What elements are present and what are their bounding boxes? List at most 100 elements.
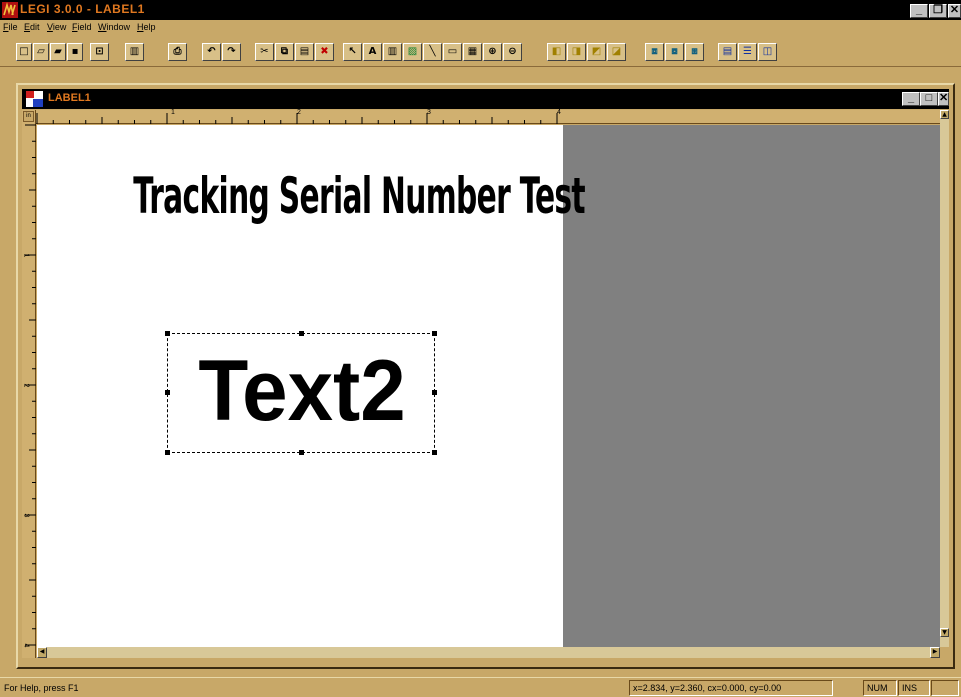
menu-bar: File Edit View Field Window Help <box>0 20 961 36</box>
grid-tool-button[interactable]: ▦ <box>463 43 482 61</box>
design-canvas[interactable]: Tracking Serial Number Test Text2 <box>37 125 940 647</box>
resize-handle-bottom[interactable] <box>299 450 304 455</box>
order-icon: ▤ <box>722 46 733 57</box>
horizontal-scrollbar[interactable]: ◀ ▶ <box>37 647 940 658</box>
align-left-button[interactable]: ◧ <box>547 43 566 61</box>
group-button[interactable]: ⧆ <box>685 43 704 61</box>
resize-handle-top-left[interactable] <box>165 331 170 336</box>
save-button[interactable]: ▪ <box>67 43 83 61</box>
scroll-down-icon[interactable]: ▼ <box>940 628 949 637</box>
undo-button[interactable]: ↶ <box>202 43 221 61</box>
label-page[interactable]: Tracking Serial Number Test Text2 <box>37 125 586 647</box>
space-vertical-icon: ☰ <box>743 46 752 57</box>
toolbar-group-database: ▥ <box>125 43 145 65</box>
open-button[interactable]: ▱ <box>33 43 49 61</box>
document-close-button[interactable]: ✕ <box>938 92 949 106</box>
line-tool-button[interactable]: ╲ <box>423 43 442 61</box>
document-title-bar[interactable]: LABEL1 _ □ ✕ <box>22 89 949 109</box>
toolbar-group-undo: ↶ ↷ <box>202 43 242 65</box>
menu-field[interactable]: Field <box>72 22 92 32</box>
document-title: LABEL1 <box>48 92 91 104</box>
barcode-tool-button[interactable]: ▥ <box>383 43 402 61</box>
pointer-icon: ↖ <box>348 46 357 57</box>
cut-icon: ✂ <box>260 46 269 57</box>
close-button[interactable]: ✕ <box>948 4 961 18</box>
toolbar-group-tools: ↖ A ▥ ▨ ╲ ▭ ▦ ⊕ ⊖ <box>343 43 523 65</box>
v-ruler-number: 3 <box>22 513 30 518</box>
h-ruler-number: 4 <box>557 109 561 116</box>
space-horizontal-button[interactable]: ◫ <box>758 43 777 61</box>
align-right-button[interactable]: ◩ <box>587 43 606 61</box>
h-ruler-number: 2 <box>297 109 301 116</box>
menu-file[interactable]: File <box>3 22 18 32</box>
order-button[interactable]: ▤ <box>718 43 737 61</box>
toolbar-group-spacing: ▤ ☰ ◫ <box>718 43 778 65</box>
send-back-icon: ⧇ <box>671 46 678 57</box>
space-horizontal-icon: ◫ <box>762 46 773 57</box>
new-icon: □ <box>19 46 29 57</box>
title-bar[interactable]: LEGI 3.0.0 - LABEL1 _ ❐ ✕ <box>0 0 961 20</box>
copy-button[interactable]: ⧉ <box>275 43 294 61</box>
resize-handle-top[interactable] <box>299 331 304 336</box>
scroll-left-icon[interactable]: ◀ <box>37 647 47 658</box>
image-tool-icon: ▨ <box>407 46 418 57</box>
vertical-scrollbar[interactable]: ▲ ▼ <box>940 110 949 647</box>
scroll-right-icon[interactable]: ▶ <box>930 647 940 658</box>
database-button[interactable]: ▥ <box>125 43 144 61</box>
zoom-out-icon: ⊖ <box>508 46 517 57</box>
pointer-tool-button[interactable]: ↖ <box>343 43 362 61</box>
align-top-button[interactable]: ◪ <box>607 43 626 61</box>
undo-icon: ↶ <box>207 46 216 57</box>
grid-tool-icon: ▦ <box>467 46 478 57</box>
align-center-button[interactable]: ◨ <box>567 43 586 61</box>
image-tool-button[interactable]: ▨ <box>403 43 422 61</box>
open-folder-icon: ▰ <box>54 46 62 57</box>
redo-button[interactable]: ↷ <box>222 43 241 61</box>
text-field-content: Text2 <box>198 343 406 439</box>
toolbar-group-print: ⎙ <box>168 43 188 65</box>
document-maximize-button[interactable]: □ <box>920 92 938 106</box>
toolbar-group-arrange: ⧈ ⧇ ⧆ <box>645 43 705 65</box>
paste-icon: ▤ <box>299 46 310 57</box>
toolbar-group-file: □ ▱ ▰ ▪ <box>16 43 84 65</box>
preview-icon: ⊡ <box>95 46 104 57</box>
resize-handle-bottom-right[interactable] <box>432 450 437 455</box>
cut-button[interactable]: ✂ <box>255 43 274 61</box>
resize-handle-bottom-left[interactable] <box>165 450 170 455</box>
delete-button[interactable]: ✖ <box>315 43 334 61</box>
menu-help[interactable]: Help <box>137 22 156 32</box>
space-vertical-button[interactable]: ☰ <box>738 43 757 61</box>
menu-edit[interactable]: Edit <box>24 22 40 32</box>
label-heading-text-field[interactable]: Tracking Serial Number Test <box>133 167 585 225</box>
app-logo-icon <box>2 2 18 18</box>
window-title: LEGI 3.0.0 - LABEL1 <box>20 2 145 16</box>
restore-button[interactable]: ❐ <box>929 4 947 18</box>
preview-button[interactable]: ⊡ <box>90 43 109 61</box>
resize-handle-top-right[interactable] <box>432 331 437 336</box>
bring-front-button[interactable]: ⧈ <box>645 43 664 61</box>
open-folder-button[interactable]: ▰ <box>50 43 66 61</box>
text-tool-button[interactable]: A <box>363 43 382 61</box>
minimize-button[interactable]: _ <box>910 4 928 18</box>
status-empty-panel <box>931 680 959 696</box>
new-button[interactable]: □ <box>16 43 32 61</box>
h-ruler-number: 3 <box>427 109 431 116</box>
document-minimize-button[interactable]: _ <box>902 92 920 106</box>
open-icon: ▱ <box>37 46 45 57</box>
menu-view[interactable]: View <box>47 22 66 32</box>
zoom-out-button[interactable]: ⊖ <box>503 43 522 61</box>
resize-handle-left[interactable] <box>165 390 170 395</box>
status-coordinates: x=2.834, y=2.360, cx=0.000, cy=0.00 <box>629 680 833 696</box>
print-button[interactable]: ⎙ <box>168 43 187 61</box>
horizontal-ruler: 1 2 3 4 <box>22 109 949 124</box>
scroll-up-icon[interactable]: ▲ <box>940 110 949 119</box>
zoom-in-button[interactable]: ⊕ <box>483 43 502 61</box>
send-back-button[interactable]: ⧇ <box>665 43 684 61</box>
selected-text-field[interactable]: Text2 <box>165 331 437 455</box>
paste-button[interactable]: ▤ <box>295 43 314 61</box>
align-left-icon: ◧ <box>551 46 562 57</box>
menu-window[interactable]: Window <box>98 22 130 32</box>
rectangle-tool-button[interactable]: ▭ <box>443 43 462 61</box>
align-top-icon: ◪ <box>611 46 622 57</box>
resize-handle-right[interactable] <box>432 390 437 395</box>
